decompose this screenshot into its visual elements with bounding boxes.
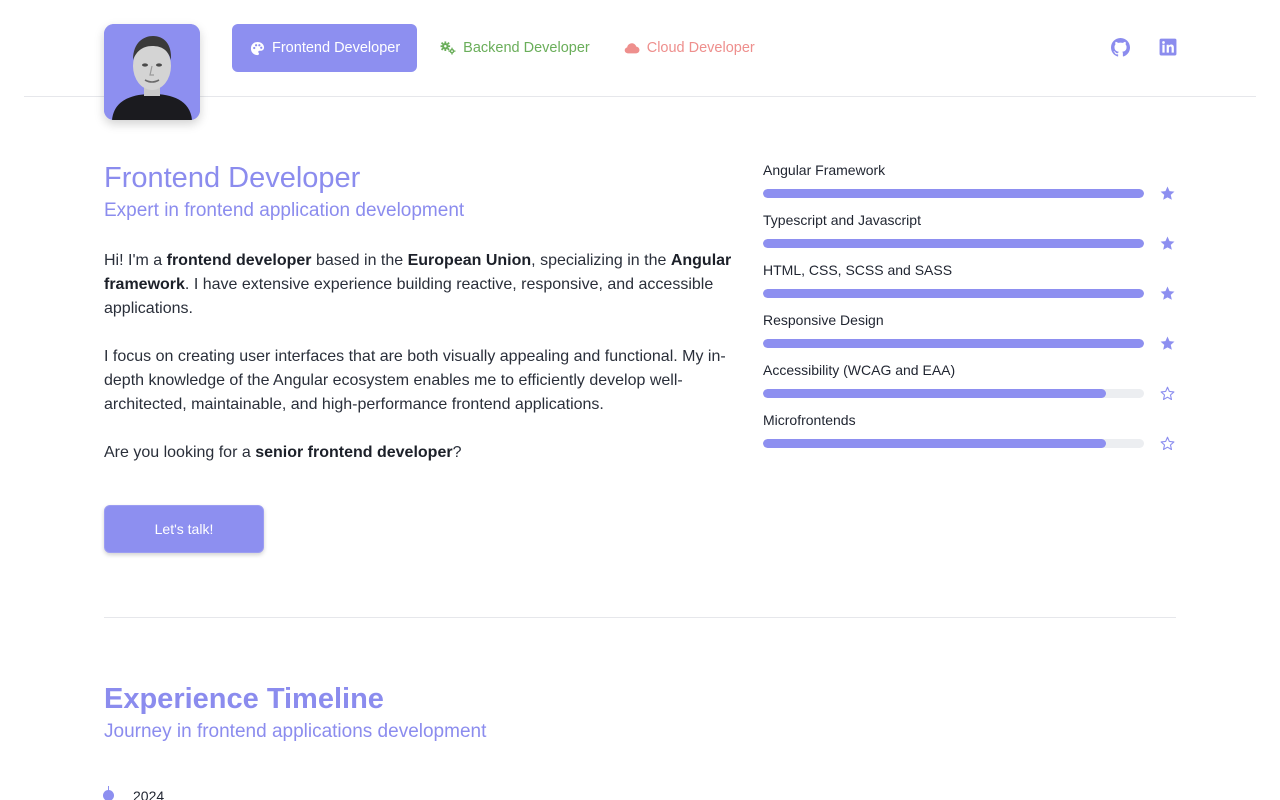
skill-name: HTML, CSS, SCSS and SASS	[763, 262, 953, 278]
text-run: . I have extensive experience building r…	[104, 276, 714, 317]
header: Frontend Developer Backend Developer Clo…	[0, 0, 1280, 120]
lets-talk-button[interactable]: Let's talk!	[104, 505, 264, 553]
cloud-icon	[624, 40, 640, 56]
star-outline-icon	[1160, 386, 1175, 401]
skill-name: Microfrontends	[763, 412, 856, 428]
tab-label: Frontend Developer	[272, 40, 401, 56]
timeline-dot	[103, 790, 114, 800]
text-run: ?	[452, 444, 462, 461]
skill-row: Accessibility (WCAG and EAA)	[763, 362, 1176, 412]
skill-bar-track	[763, 189, 1144, 198]
skill-row: Microfrontends	[763, 412, 1176, 462]
bold-run: senior frontend developer	[255, 444, 453, 461]
skill-name: Typescript and Javascript	[763, 212, 921, 228]
skill-bar-fill	[763, 289, 1144, 298]
github-icon	[1110, 37, 1130, 57]
star-filled-icon	[1160, 236, 1175, 250]
question-paragraph: Are you looking for a senior frontend de…	[104, 441, 734, 465]
text-run: , specializing in the	[531, 252, 671, 269]
skill-bar-track	[763, 339, 1144, 348]
skills-list: Angular Framework Typescript and Javascri…	[763, 162, 1176, 462]
skill-name: Angular Framework	[763, 162, 886, 178]
timeline-title: Experience Timeline	[104, 683, 384, 715]
tab-backend-developer[interactable]: Backend Developer	[423, 24, 607, 72]
page-title: Frontend Developer	[104, 162, 361, 194]
tab-label: Cloud Developer	[646, 40, 755, 56]
skill-bar-track	[763, 439, 1144, 448]
linkedin-link[interactable]	[1158, 37, 1178, 57]
skill-row: Responsive Design	[763, 312, 1176, 362]
intro-paragraph: Hi! I'm a frontend developer based in th…	[104, 249, 734, 321]
skill-bar-fill	[763, 439, 1106, 448]
skill-bar-track	[763, 389, 1144, 398]
text-run: based in the	[311, 252, 408, 269]
skill-row: Angular Framework	[763, 162, 1176, 212]
star-filled-icon	[1160, 186, 1175, 200]
tab-label: Backend Developer	[463, 40, 590, 56]
skill-row: HTML, CSS, SCSS and SASS	[763, 262, 1176, 312]
bold-run: European Union	[407, 252, 532, 269]
text-run: Hi! I'm a	[104, 252, 167, 269]
star-filled-icon	[1160, 336, 1175, 350]
palette-icon	[249, 40, 265, 56]
header-divider	[24, 96, 1256, 97]
skill-bar-track	[763, 289, 1144, 298]
skill-row: Typescript and Javascript	[763, 212, 1176, 262]
github-link[interactable]	[1110, 37, 1130, 57]
skill-bar-fill	[763, 189, 1144, 198]
linkedin-icon	[1159, 38, 1177, 56]
gears-icon	[440, 40, 456, 56]
section-divider	[104, 617, 1176, 618]
skill-bar-fill	[763, 239, 1144, 248]
skill-bar-fill	[763, 339, 1144, 348]
star-outline-icon	[1160, 436, 1175, 451]
timeline-subtitle: Journey in frontend applications develop…	[104, 721, 487, 742]
star-filled-icon	[1160, 286, 1175, 300]
skill-name: Responsive Design	[763, 312, 884, 328]
tab-frontend-developer[interactable]: Frontend Developer	[232, 24, 418, 72]
profile-avatar	[104, 24, 200, 120]
page-subtitle: Expert in frontend application developme…	[104, 200, 465, 221]
portrait-image	[104, 24, 200, 120]
role-nav: Frontend Developer Backend Developer Clo…	[232, 24, 772, 72]
focus-paragraph: I focus on creating user interfaces that…	[104, 348, 726, 413]
timeline-year: 2024	[133, 788, 165, 800]
text-run: Are you looking for a	[104, 444, 256, 461]
skill-bar-track	[763, 239, 1144, 248]
skill-name: Accessibility (WCAG and EAA)	[763, 362, 956, 378]
bold-run: frontend developer	[166, 252, 312, 269]
skill-bar-fill	[763, 389, 1106, 398]
tab-cloud-developer[interactable]: Cloud Developer	[607, 24, 772, 72]
